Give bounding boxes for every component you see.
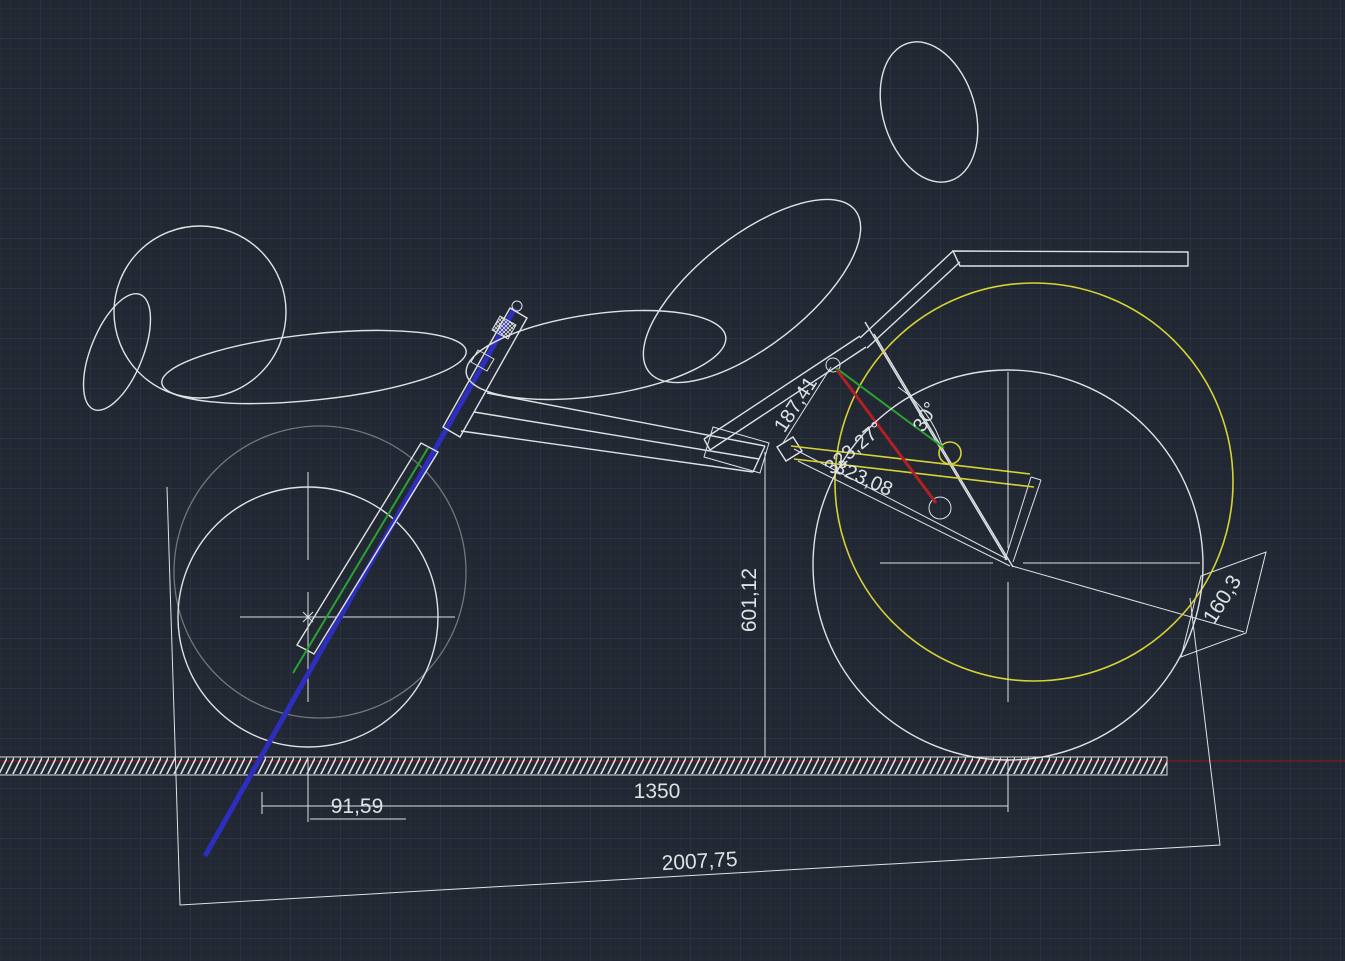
- rider-shin-ellipse: [158, 318, 469, 416]
- main-tube-mid: [474, 412, 759, 459]
- seat-back-top: [860, 251, 953, 338]
- front-pedal-circle: [114, 226, 286, 398]
- rear-rack: [953, 251, 1188, 266]
- main-tube-bottom: [461, 431, 753, 472]
- dim-wheelbase-label: 1350: [634, 780, 681, 803]
- rider-head-ellipse: [864, 30, 994, 195]
- dim-rear-length-label: 160,3: [1199, 571, 1246, 628]
- ground: [0, 757, 1345, 775]
- stem-clamp-hatched: [492, 316, 516, 339]
- dim-crank-length-label: 323,08: [831, 456, 896, 501]
- dim-total-length-label: 2007,75: [661, 848, 738, 875]
- seat-back-bottom: [867, 262, 960, 348]
- chain-line-bottom: [798, 461, 1010, 566]
- rider-foot-ellipse: [70, 285, 165, 419]
- overall-length-outline: [167, 487, 1220, 905]
- dimension-labels: 2007,75 1350 91,59 601,12 160,3 187,41 3…: [331, 373, 1246, 875]
- recumbent-bike-drawing: 2007,75 1350 91,59 601,12 160,3 187,41 3…: [0, 0, 1345, 961]
- rear-stay-bottom: [874, 334, 1013, 567]
- dim-front-offset-label: 91,59: [331, 795, 384, 818]
- crank-link-cap: [1031, 477, 1041, 480]
- bottom-bracket: [777, 437, 802, 461]
- front-hub-star-marker: [301, 610, 315, 624]
- fork-centerline-green: [293, 448, 428, 673]
- rider-mannequin: [70, 30, 994, 420]
- main-tube-top: [487, 393, 765, 446]
- dim-bottom-height-label: 601,12: [738, 568, 761, 632]
- cad-drawing-canvas[interactable]: 2007,75 1350 91,59 601,12 160,3 187,41 3…: [0, 0, 1345, 961]
